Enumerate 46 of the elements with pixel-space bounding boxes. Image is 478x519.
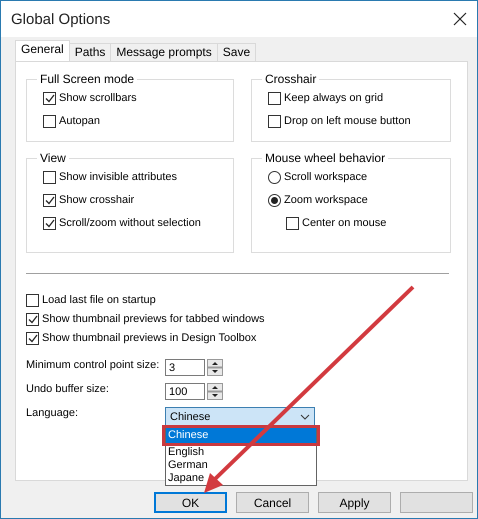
field-label: Minimum control point size: bbox=[26, 359, 160, 371]
checkbox-label: Autopan bbox=[59, 115, 100, 127]
checkbox[interactable] bbox=[43, 194, 56, 206]
radio-button[interactable] bbox=[268, 170, 281, 184]
checkbox[interactable] bbox=[26, 312, 39, 326]
radio-label: Zoom workspace bbox=[284, 194, 368, 206]
checkbox-label: Show scrollbars bbox=[59, 92, 137, 104]
checkbox[interactable] bbox=[43, 170, 56, 184]
checkbox[interactable] bbox=[286, 216, 299, 230]
checkbox-label: Scroll/zoom without selection bbox=[59, 217, 201, 229]
group-title: Crosshair bbox=[264, 72, 318, 86]
checkbox[interactable] bbox=[43, 216, 56, 230]
checkbox[interactable] bbox=[26, 294, 39, 306]
dialog-button[interactable]: OK bbox=[154, 492, 227, 513]
field-label: Language: bbox=[26, 407, 79, 419]
checkbox-label: Show thumbnail previews in Design Toolbox bbox=[42, 332, 256, 344]
radio-label: Scroll workspace bbox=[284, 171, 368, 183]
radio-button[interactable] bbox=[268, 194, 281, 206]
checkbox-label: Show crosshair bbox=[59, 194, 134, 206]
checkbox[interactable] bbox=[26, 332, 39, 344]
checkbox-label: Drop on left mouse button bbox=[284, 115, 411, 127]
tab[interactable]: Message prompts bbox=[110, 43, 218, 61]
checkbox-label: Show thumbnail previews for tabbed windows bbox=[42, 313, 265, 325]
close-icon[interactable] bbox=[453, 12, 467, 26]
dialog-button[interactable]: Cancel bbox=[236, 492, 309, 513]
checkbox[interactable] bbox=[43, 92, 56, 104]
spin-buttons[interactable] bbox=[207, 383, 223, 400]
field-label: Undo buffer size: bbox=[26, 383, 110, 395]
group-title: Mouse wheel behavior bbox=[264, 151, 386, 165]
checkbox-label: Center on mouse bbox=[302, 217, 386, 229]
number-field[interactable]: 100 bbox=[165, 383, 205, 400]
tab[interactable]: Save bbox=[216, 43, 256, 61]
group-title: Full Screen mode bbox=[39, 72, 136, 86]
checkbox[interactable] bbox=[268, 114, 281, 128]
group-title: View bbox=[39, 151, 67, 165]
checkbox-label: Load last file on startup bbox=[42, 294, 156, 306]
number-field[interactable]: 3 bbox=[165, 359, 205, 376]
dialog-button[interactable]: Apply bbox=[318, 492, 391, 513]
checkbox[interactable] bbox=[268, 92, 281, 104]
checkbox-label: Show invisible attributes bbox=[59, 171, 178, 183]
chevron-down-icon bbox=[300, 414, 310, 420]
checkbox[interactable] bbox=[43, 114, 56, 128]
checkbox-label: Keep always on grid bbox=[284, 92, 384, 104]
spin-buttons[interactable] bbox=[207, 359, 223, 376]
window-title: Global Options bbox=[11, 10, 110, 28]
tab[interactable]: General bbox=[15, 40, 70, 61]
